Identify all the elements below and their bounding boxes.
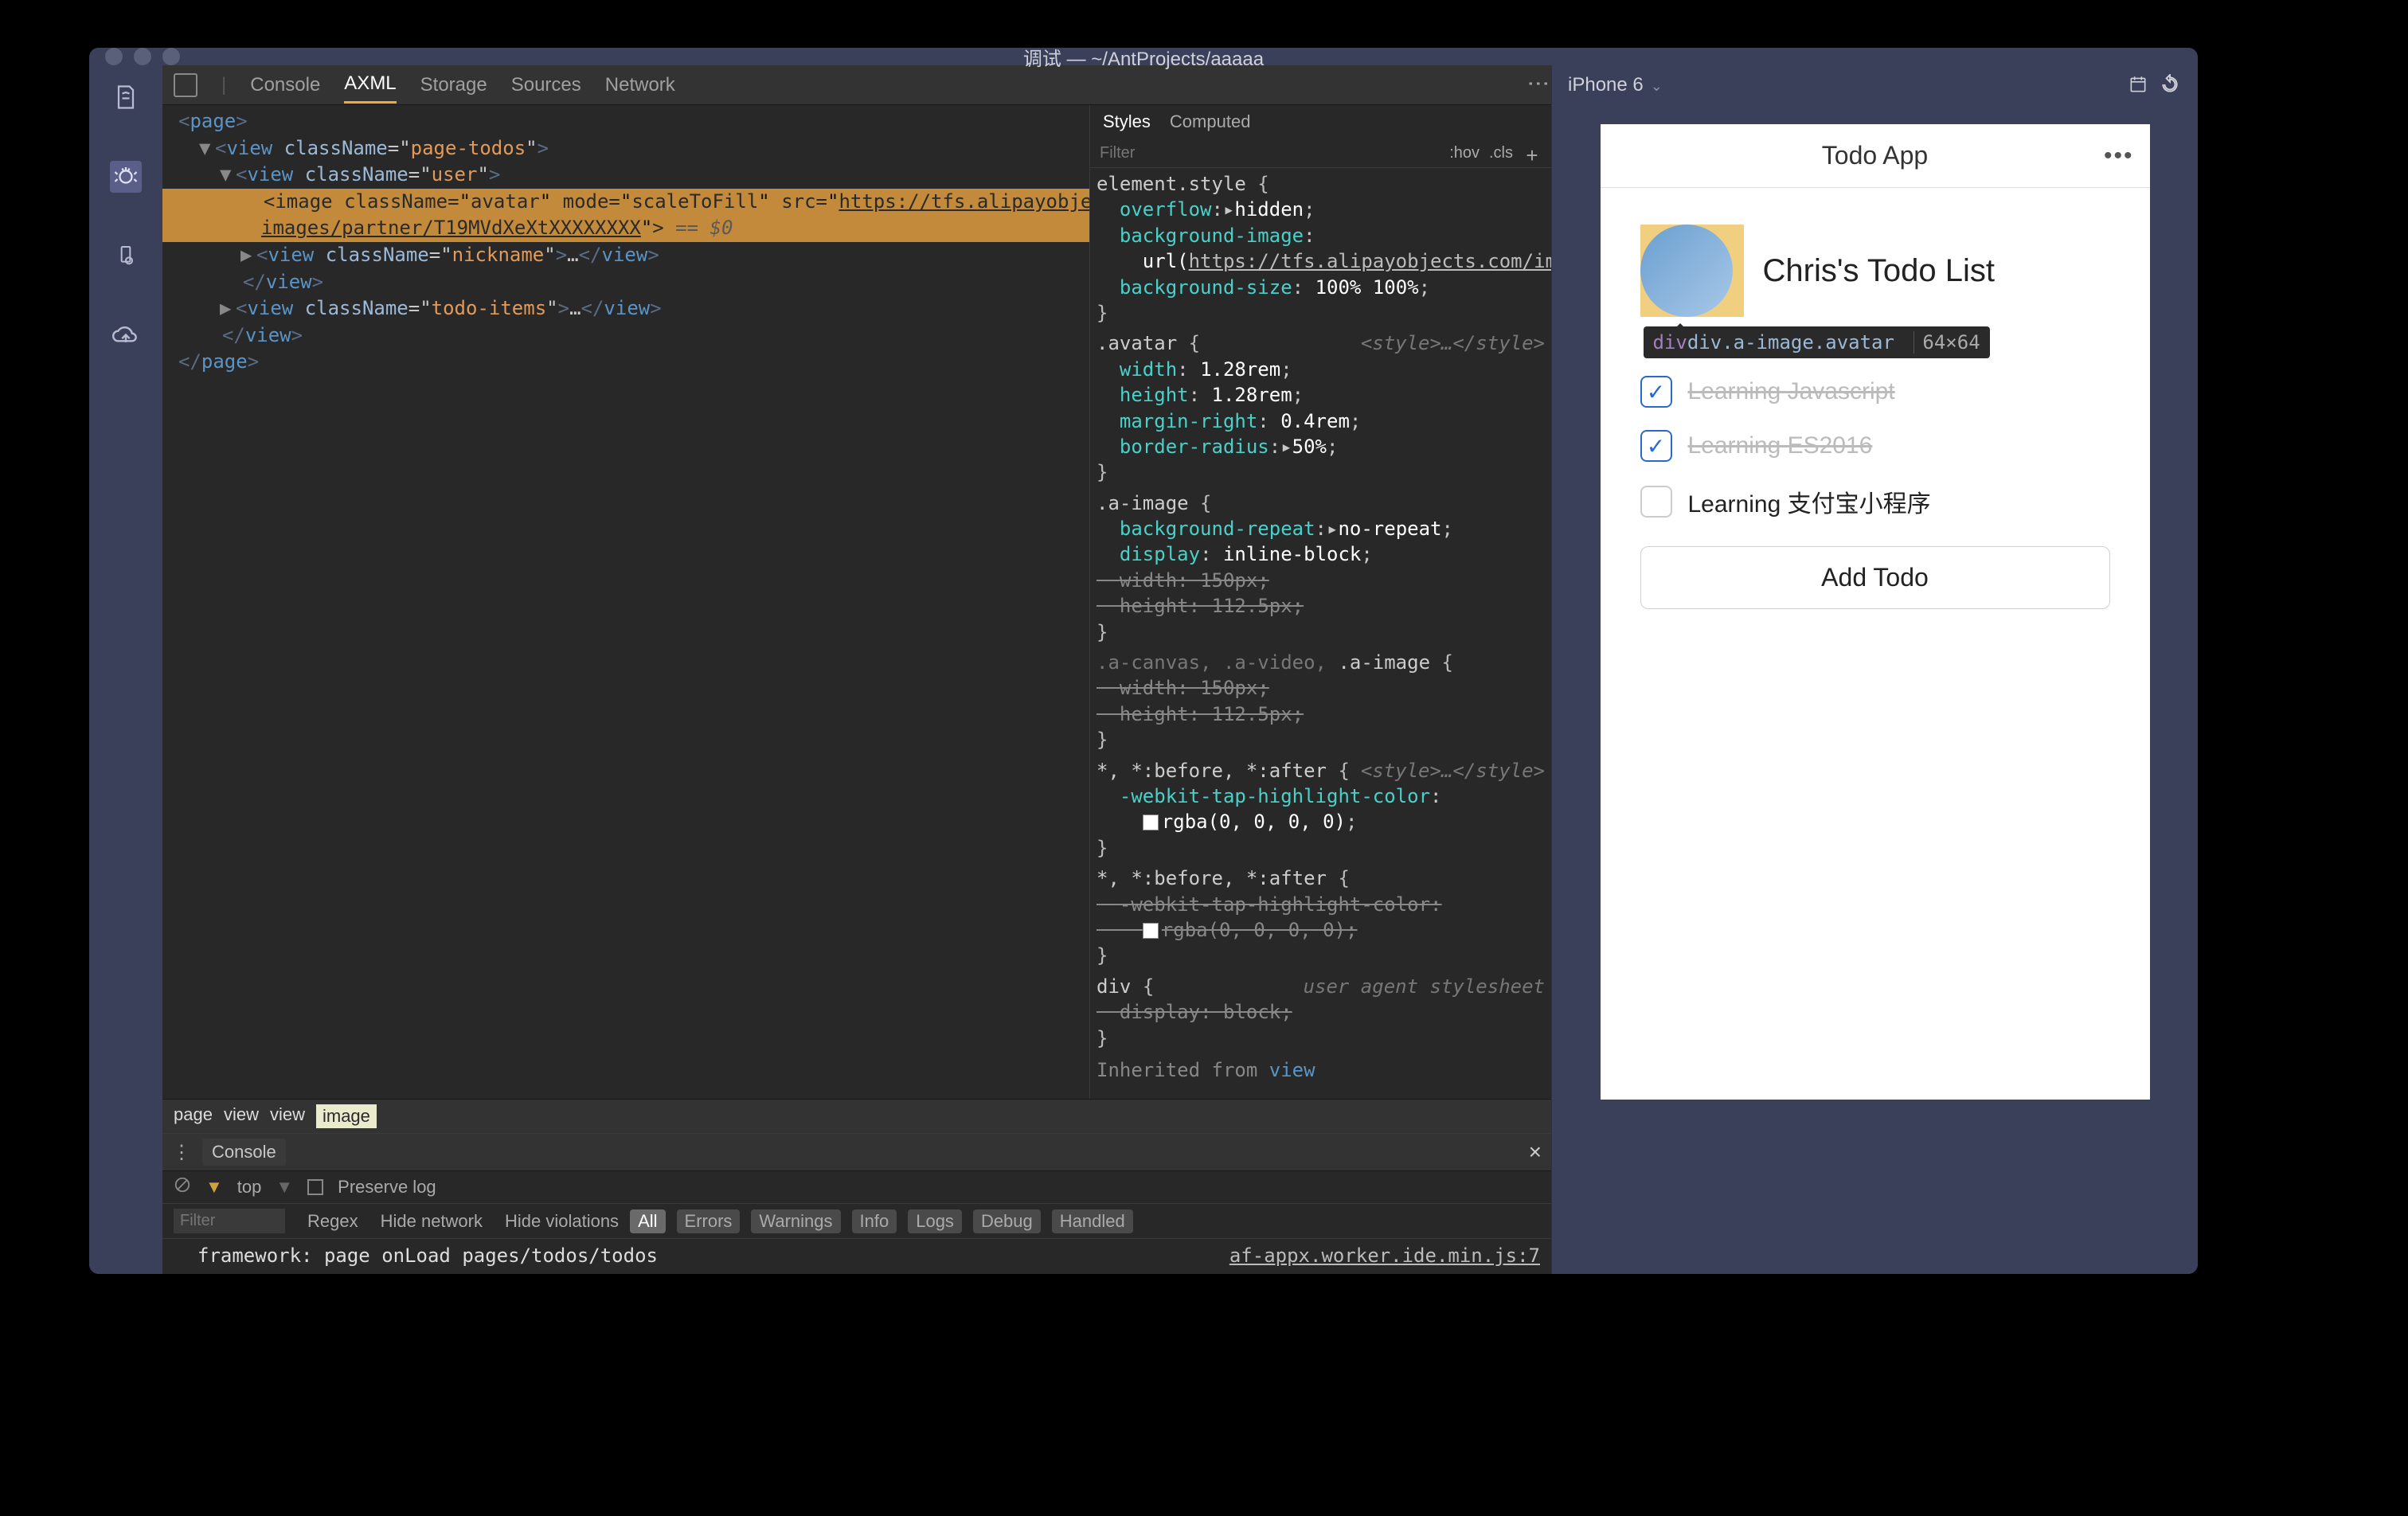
list-title: Chris's Todo List bbox=[1763, 253, 1995, 289]
tab-console[interactable]: Console bbox=[250, 68, 320, 103]
chip-handled[interactable]: Handled bbox=[1052, 1209, 1133, 1233]
todo-label: Learning ES2016 bbox=[1688, 432, 1873, 459]
close-icon[interactable] bbox=[105, 48, 123, 65]
todo-item[interactable]: ✓ Learning Javascript bbox=[1640, 365, 2110, 419]
elements-panel[interactable]: <page> ▼<view className="page-todos"> ▼<… bbox=[162, 105, 1089, 1099]
add-rule-icon[interactable]: + bbox=[1523, 143, 1542, 162]
crumb-image[interactable]: image bbox=[316, 1104, 377, 1128]
inspect-tooltip: divdiv.a-image.avatar 64×64 bbox=[1644, 326, 1990, 358]
main-area: | Console AXML Storage Sources Network ⋮… bbox=[89, 65, 2198, 1274]
styles-filter-input[interactable] bbox=[1100, 144, 1440, 162]
chip-debug[interactable]: Debug bbox=[973, 1209, 1041, 1233]
preserve-label: Preserve log bbox=[338, 1177, 436, 1198]
tab-styles[interactable]: Styles bbox=[1103, 111, 1151, 132]
regex-label: Regex bbox=[307, 1211, 358, 1232]
chip-all[interactable]: All bbox=[630, 1209, 665, 1233]
todo-list: ✓ Learning Javascript ✓ Learning ES2016 … bbox=[1640, 365, 2110, 609]
minimize-icon[interactable] bbox=[134, 48, 151, 65]
calendar-icon[interactable] bbox=[2128, 74, 2150, 96]
cloud-icon[interactable] bbox=[110, 320, 142, 352]
chip-logs[interactable]: Logs bbox=[908, 1209, 962, 1233]
todo-item[interactable]: Learning 支付宝小程序 bbox=[1640, 473, 2110, 530]
devtools: | Console AXML Storage Sources Network ⋮… bbox=[162, 65, 1551, 1274]
phone-header: Todo App ••• bbox=[1601, 124, 2150, 188]
tab-network[interactable]: Network bbox=[605, 68, 675, 103]
avatar-image bbox=[1640, 225, 1733, 317]
phone-screen[interactable]: Todo App ••• Chris's Todo List divdiv.a-… bbox=[1601, 124, 2150, 1100]
simulator-panel: iPhone 6 ⌄ Todo App ••• bbox=[1551, 65, 2198, 1274]
tab-computed[interactable]: Computed bbox=[1170, 111, 1251, 132]
tab-sources[interactable]: Sources bbox=[511, 68, 581, 103]
device-select[interactable]: iPhone 6 ⌄ bbox=[1568, 74, 1663, 96]
log-source[interactable]: af-appx.worker.ide.min.js:7 bbox=[1229, 1270, 1540, 1274]
more-icon[interactable]: ⋮ bbox=[1526, 72, 1552, 97]
sim-canvas: Todo App ••• Chris's Todo List divdiv.a-… bbox=[1552, 105, 2198, 1274]
crumb-view-2[interactable]: view bbox=[270, 1104, 305, 1128]
more-icon[interactable]: ••• bbox=[2104, 143, 2134, 170]
hide-violations-label: Hide violations bbox=[505, 1211, 619, 1232]
sim-toolbar: iPhone 6 ⌄ bbox=[1552, 65, 2198, 105]
more-icon[interactable]: ⋮ bbox=[172, 1141, 191, 1164]
tab-storage[interactable]: Storage bbox=[420, 68, 487, 103]
ide-window: 调试 — ~/AntProjects/aaaaa | Console AX bbox=[89, 48, 2198, 1274]
log-source[interactable]: af-appx.worker.ide.min.js:7 bbox=[1229, 1242, 1540, 1270]
checkbox-unchecked-icon[interactable] bbox=[1640, 486, 1672, 518]
todo-label: Learning 支付宝小程序 bbox=[1688, 484, 1931, 519]
styles-filter-bar: :hov .cls + bbox=[1090, 139, 1551, 168]
close-icon[interactable]: × bbox=[1529, 1139, 1542, 1165]
titlebar: 调试 — ~/AntProjects/aaaaa bbox=[89, 48, 2198, 65]
log-msg: framework: page onShow pages/todos/todos bbox=[174, 1270, 658, 1274]
console-label[interactable]: Console bbox=[202, 1139, 286, 1166]
add-todo-button[interactable]: Add Todo bbox=[1640, 546, 2110, 609]
selected-dom-node[interactable]: <image className="avatar" mode="scaleToF… bbox=[162, 189, 1089, 216]
phone-icon[interactable] bbox=[110, 240, 142, 272]
devtools-body: <page> ▼<view className="page-todos"> ▼<… bbox=[162, 105, 1551, 1099]
avatar[interactable] bbox=[1640, 225, 1744, 317]
console-header: ⋮ Console × bbox=[162, 1134, 1551, 1171]
tab-axml[interactable]: AXML bbox=[344, 66, 396, 104]
console-filter-row: Regex Hide network Hide violations All E… bbox=[162, 1204, 1551, 1239]
window-title: 调试 — ~/AntProjects/aaaaa bbox=[1023, 48, 1264, 71]
todo-item[interactable]: ✓ Learning ES2016 bbox=[1640, 419, 2110, 473]
chip-errors[interactable]: Errors bbox=[677, 1209, 741, 1233]
checkbox-checked-icon[interactable]: ✓ bbox=[1640, 376, 1672, 408]
console-filter-input[interactable] bbox=[174, 1209, 285, 1233]
preserve-checkbox[interactable] bbox=[307, 1179, 323, 1195]
console-drawer: ⋮ Console × ▼ top ▼ Preserve log Regex H… bbox=[162, 1133, 1551, 1274]
activity-bar bbox=[89, 65, 162, 1274]
file-icon[interactable] bbox=[110, 81, 142, 113]
context-top[interactable]: top bbox=[237, 1177, 262, 1198]
checkbox-checked-icon[interactable]: ✓ bbox=[1640, 430, 1672, 462]
hov-toggle[interactable]: :hov bbox=[1449, 144, 1480, 162]
styles-tabs: Styles Computed bbox=[1090, 105, 1551, 139]
zoom-icon[interactable] bbox=[162, 48, 180, 65]
filter-icon[interactable]: ▼ bbox=[205, 1177, 223, 1198]
bug-icon[interactable] bbox=[110, 161, 142, 193]
devtools-tabs: | Console AXML Storage Sources Network ⋮ bbox=[162, 65, 1551, 105]
cls-toggle[interactable]: .cls bbox=[1489, 144, 1513, 162]
styles-list[interactable]: element.style { overflow:▸hidden; backgr… bbox=[1090, 168, 1551, 1099]
crumb-view-1[interactable]: view bbox=[224, 1104, 259, 1128]
app-title: Todo App bbox=[1822, 141, 1928, 170]
todo-label: Learning Javascript bbox=[1688, 378, 1895, 405]
console-log[interactable]: framework: page onLoad pages/todos/todos… bbox=[162, 1239, 1551, 1274]
chip-info[interactable]: Info bbox=[852, 1209, 897, 1233]
log-msg: framework: page onLoad pages/todos/todos bbox=[174, 1242, 658, 1270]
chip-warnings[interactable]: Warnings bbox=[751, 1209, 840, 1233]
dom-breadcrumb: page view view image bbox=[162, 1099, 1551, 1133]
hide-network-label: Hide network bbox=[381, 1211, 483, 1232]
crumb-page[interactable]: page bbox=[174, 1104, 213, 1128]
clear-icon[interactable] bbox=[174, 1176, 191, 1198]
console-toolbar: ▼ top ▼ Preserve log bbox=[162, 1171, 1551, 1204]
inspect-icon[interactable] bbox=[174, 73, 197, 97]
phone-body: Chris's Todo List divdiv.a-image.avatar … bbox=[1601, 188, 2150, 646]
user-row: Chris's Todo List divdiv.a-image.avatar … bbox=[1640, 225, 2110, 317]
reload-icon[interactable] bbox=[2160, 74, 2182, 96]
styles-panel: Styles Computed :hov .cls + element.styl… bbox=[1089, 105, 1551, 1099]
